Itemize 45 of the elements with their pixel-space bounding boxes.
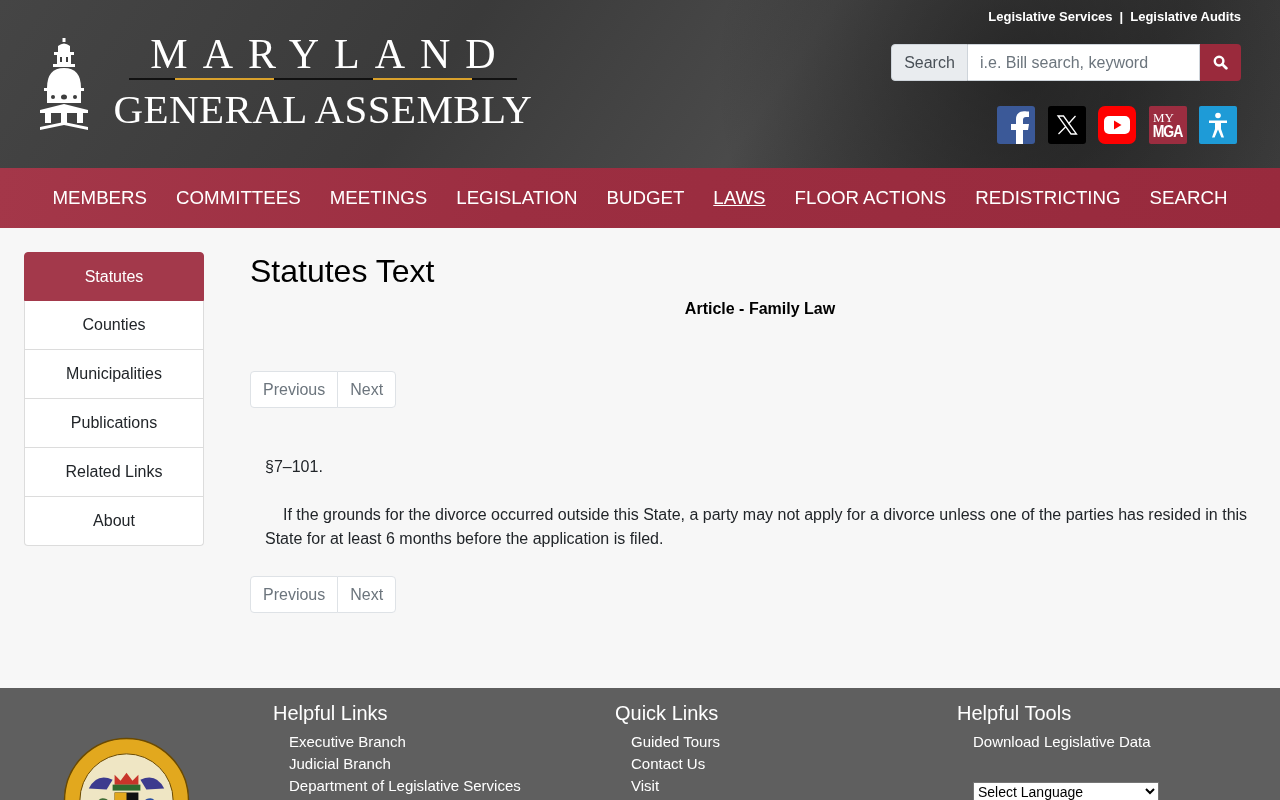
header-link[interactable]: Legislative Services <box>988 9 1113 25</box>
article-heading: Article - Family Law <box>683 299 837 319</box>
footer-link[interactable]: Guided Tours <box>631 731 720 753</box>
header-link[interactable]: Legislative Audits <box>1130 9 1241 25</box>
section-number: §7–101. <box>264 457 324 477</box>
nav-link[interactable]: MEETINGS <box>329 186 428 210</box>
sidebar-item[interactable]: Statutes <box>24 252 204 301</box>
link-separator: | <box>1119 9 1124 25</box>
footer-link[interactable]: Department of Legislative Services <box>289 775 521 797</box>
logo-subtitle[interactable]: GENERAL ASSEMBLY <box>113 89 533 130</box>
footer-heading: Helpful Links <box>273 701 388 725</box>
page-title: Statutes Text <box>250 252 436 290</box>
search-button[interactable] <box>1200 44 1241 81</box>
facebook-icon[interactable] <box>997 106 1035 144</box>
my-mga-link[interactable]: MY MGA <box>1148 106 1187 144</box>
nav-link[interactable]: LAWS <box>713 186 766 210</box>
sidebar-item[interactable]: Counties <box>24 301 204 350</box>
sidebar-item[interactable]: Related Links <box>24 448 204 497</box>
nav-link[interactable]: COMMITTEES <box>176 186 301 210</box>
footer-link[interactable]: Judicial Branch <box>289 753 391 775</box>
search-field[interactable]: i.e. Bill search, keyword <box>968 44 1200 81</box>
footer-heading: Quick Links <box>615 701 719 725</box>
accessibility-icon[interactable] <box>1199 106 1237 144</box>
x-logo-icon[interactable] <box>1047 106 1086 144</box>
language-select[interactable]: Select Language <box>973 782 1159 800</box>
footer-link[interactable]: Executive Branch <box>289 731 406 753</box>
nav-link[interactable]: SEARCH <box>1149 186 1228 210</box>
capitol-dome-icon <box>40 38 88 130</box>
sidebar-item[interactable]: About <box>24 497 204 546</box>
nav-link[interactable]: REDISTRICTING <box>975 186 1121 210</box>
search-label: Search <box>891 44 968 81</box>
footer-link[interactable]: Contact Us <box>631 753 706 775</box>
logo-title[interactable]: MARYLAND <box>135 33 511 75</box>
youtube-icon[interactable] <box>1098 106 1136 144</box>
nav-link[interactable]: MEMBERS <box>52 186 148 210</box>
nav-link[interactable]: LEGISLATION <box>456 186 578 210</box>
footer-link[interactable]: Download Legislative Data <box>973 731 1151 753</box>
nav-link[interactable]: FLOOR ACTIONS <box>794 186 947 210</box>
sidebar-item[interactable]: Municipalities <box>24 350 204 399</box>
footer-heading: Helpful Tools <box>957 701 1072 725</box>
statute-text: If the grounds for the divorce occurred outside this State, a party may not apply for a divorce unless one of the parties has resided in this State for at least 6 months before the application is filed. <box>264 505 1249 549</box>
nav-link[interactable]: BUDGET <box>606 186 685 210</box>
footer-link[interactable]: Visit <box>631 775 660 797</box>
search-icon <box>1213 55 1228 70</box>
sidebar-item[interactable]: Publications <box>24 399 204 448</box>
